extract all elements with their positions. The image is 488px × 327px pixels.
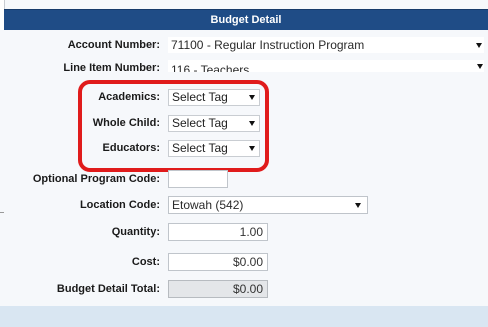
account-number-select[interactable]: 71100 - Regular Instruction Program: [168, 37, 484, 53]
cost-input[interactable]: $0.00: [168, 253, 268, 271]
line-item-number-select[interactable]: 116 - Teachers: [168, 60, 484, 72]
footer-band: [0, 306, 488, 327]
chevron-down-icon: [476, 43, 482, 48]
account-number-label: Account Number:: [67, 39, 160, 51]
edge-marker: [0, 212, 4, 213]
location-code-value: Etowah (542): [172, 198, 244, 212]
optional-program-code-label: Optional Program Code:: [32, 173, 160, 185]
cost-label: Cost:: [131, 256, 160, 268]
quantity-input[interactable]: 1.00: [168, 223, 268, 241]
quantity-label: Quantity:: [111, 226, 160, 238]
budget-detail-total-label: Budget Detail Total:: [56, 283, 160, 295]
chevron-down-icon: [355, 203, 361, 208]
budget-detail-panel: Budget Detail Account Number: 71100 - Re…: [0, 0, 488, 327]
line-item-number-label: Line Item Number:: [63, 62, 160, 74]
panel-header: Budget Detail: [4, 9, 488, 30]
location-code-label: Location Code:: [79, 199, 160, 211]
line-item-number-value: 116 - Teachers: [171, 63, 250, 72]
location-code-select[interactable]: Etowah (542): [168, 196, 368, 214]
budget-detail-total-value: $0.00: [168, 280, 268, 298]
account-number-value: 71100 - Regular Instruction Program: [171, 38, 365, 52]
chevron-down-icon: [477, 64, 483, 69]
tag-selectors-highlight: [78, 80, 269, 172]
optional-program-code-input[interactable]: [168, 170, 228, 188]
